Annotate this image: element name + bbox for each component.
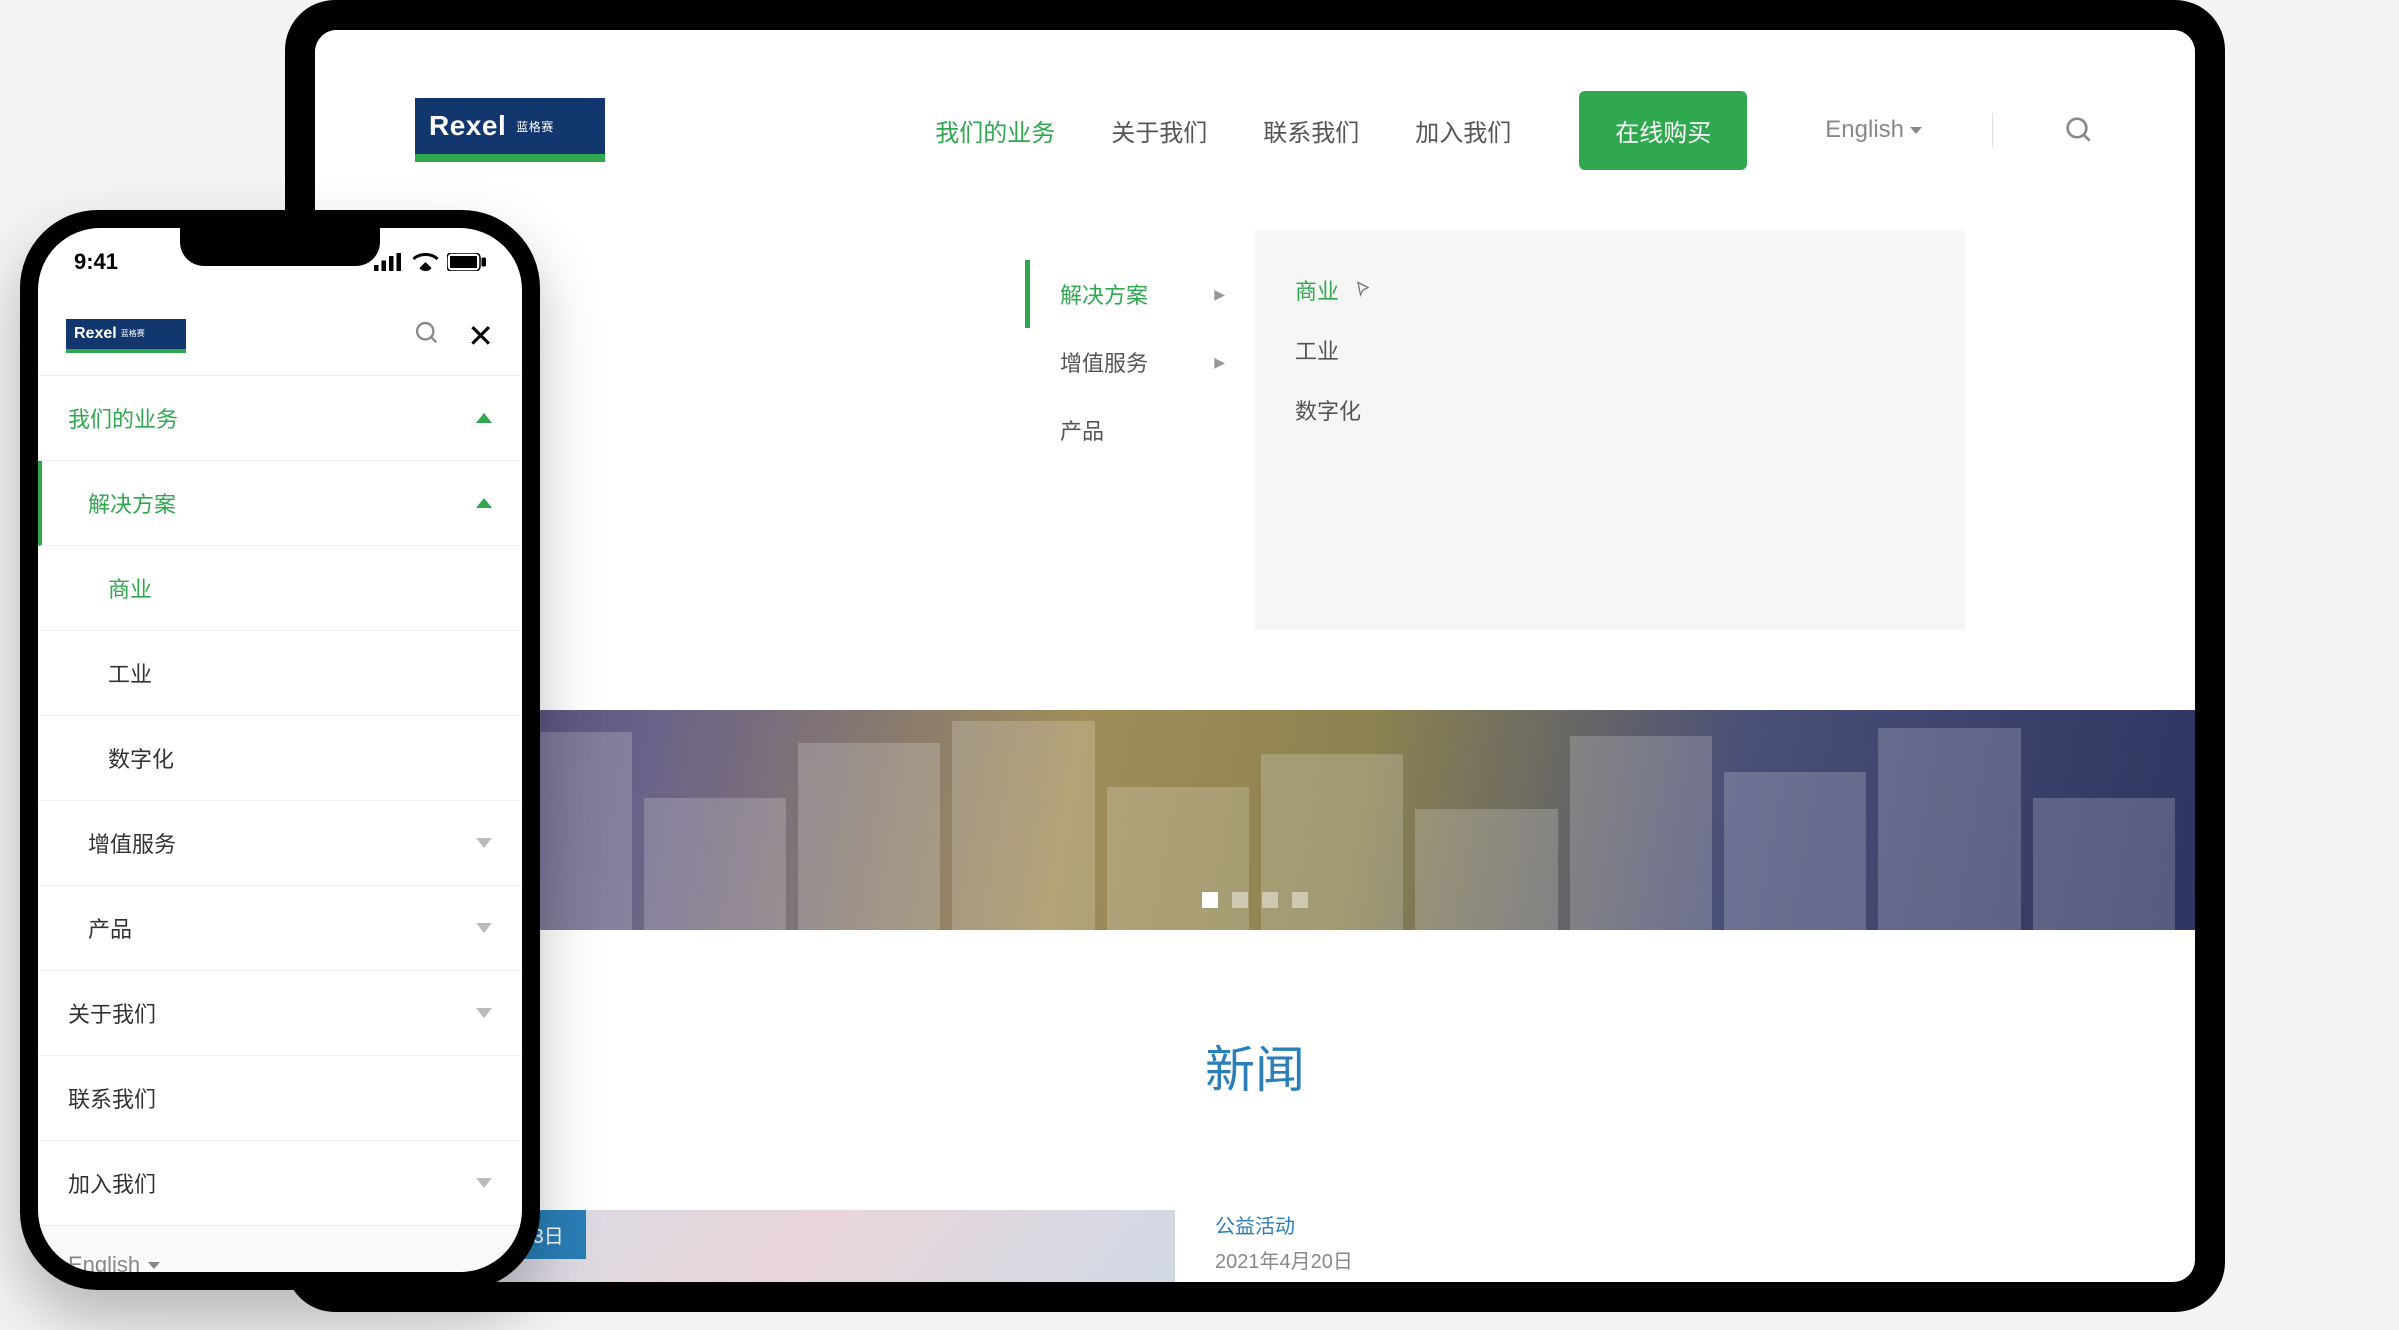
mega-menu-indicator (1083, 212, 1119, 230)
hero-banner (315, 710, 2195, 930)
status-indicators (374, 253, 486, 271)
chevron-down-icon (476, 1178, 492, 1188)
brand-sub: 蓝格赛 (516, 118, 554, 135)
phone-subnav-label: 解决方案 (88, 487, 176, 519)
mega-item-label: 增值服务 (1060, 346, 1148, 378)
brand-sub: 蓝格赛 (121, 328, 145, 339)
wifi-icon (412, 253, 439, 271)
phone-leaf-label: 商业 (108, 572, 152, 604)
brand-name: Rexel (74, 325, 117, 343)
phone-nav-join[interactable]: 加入我们 (38, 1141, 522, 1226)
phone-header-actions: ✕ (413, 319, 494, 352)
phone-leaf-label: 工业 (108, 657, 152, 689)
phone-nav-label: 我们的业务 (68, 402, 178, 434)
phone-subnav-label: 增值服务 (88, 827, 176, 859)
chevron-down-icon (1910, 127, 1922, 134)
desktop-header: Rexel 蓝格赛 我们的业务 关于我们 联系我们 加入我们 在线购买 Engl… (315, 30, 2195, 230)
hero-dot-1[interactable] (1202, 892, 1218, 908)
nav-item-contact[interactable]: 联系我们 (1263, 113, 1359, 148)
phone-leaf-commercial[interactable]: 商业 (38, 546, 522, 631)
nav-item-about[interactable]: 关于我们 (1111, 113, 1207, 148)
news-category: 公益活动 (1215, 1210, 1527, 1239)
mega-item-solutions[interactable]: 解决方案 ▶ (1025, 260, 1255, 328)
news-heading: 新闻 (315, 1030, 2195, 1102)
mega-subitem-label: 商业 (1295, 274, 1339, 306)
chevron-down-icon (476, 838, 492, 848)
mega-menu-primary-column: 解决方案 ▶ 增值服务 ▶ 产品 (1025, 230, 1255, 630)
mega-menu: 解决方案 ▶ 增值服务 ▶ 产品 商业 (1025, 230, 1965, 630)
search-icon[interactable] (2063, 114, 2095, 146)
buy-online-button[interactable]: 在线购买 (1579, 91, 1747, 170)
news-date: 2021年4月20日 (1215, 1245, 1527, 1274)
desktop-device-frame: Rexel 蓝格赛 我们的业务 关于我们 联系我们 加入我们 在线购买 Engl… (285, 0, 2225, 1312)
hero-pagination (1202, 892, 1308, 908)
language-label: English (1825, 116, 1904, 144)
close-icon[interactable]: ✕ (467, 320, 494, 352)
brand-logo[interactable]: Rexel 蓝格赛 (415, 98, 605, 162)
chevron-up-icon (476, 413, 492, 423)
phone-subnav-label: 产品 (88, 912, 132, 944)
phone-subnav-products[interactable]: 产品 (38, 886, 522, 971)
battery-icon (447, 253, 486, 271)
hero-dot-2[interactable] (1232, 892, 1248, 908)
language-label: English (68, 1252, 140, 1272)
status-time: 9:41 (74, 249, 118, 275)
brand-logo[interactable]: Rexel 蓝格赛 (66, 319, 186, 353)
mega-subitem-digital[interactable]: 数字化 (1295, 380, 1925, 440)
chevron-down-icon (476, 923, 492, 933)
phone-menu: 我们的业务 解决方案 商业 工业 数字化 增值服务 产品 (38, 376, 522, 1272)
mega-menu-secondary-column: 商业 工业 数字化 (1255, 230, 1965, 630)
nav-item-business[interactable]: 我们的业务 (935, 113, 1055, 148)
phone-notch (180, 228, 380, 266)
cursor-icon (1353, 280, 1373, 300)
brand-name: Rexel (429, 110, 506, 142)
mega-item-label: 产品 (1060, 414, 1104, 446)
mega-subitem-industrial[interactable]: 工业 (1295, 320, 1925, 380)
phone-leaf-industrial[interactable]: 工业 (38, 631, 522, 716)
phone-leaf-digital[interactable]: 数字化 (38, 716, 522, 801)
phone-nav-business[interactable]: 我们的业务 (38, 376, 522, 461)
phone-nav-contact[interactable]: 联系我们 (38, 1056, 522, 1141)
mega-subitem-label: 工业 (1295, 334, 1339, 366)
signal-icon (374, 253, 404, 271)
phone-nav-label: 关于我们 (68, 997, 156, 1029)
desktop-screen: Rexel 蓝格赛 我们的业务 关于我们 联系我们 加入我们 在线购买 Engl… (315, 30, 2195, 1282)
chevron-up-icon (476, 498, 492, 508)
chevron-down-icon (148, 1262, 160, 1269)
phone-subnav-solutions[interactable]: 解决方案 (38, 461, 522, 546)
hero-dot-3[interactable] (1262, 892, 1278, 908)
search-icon[interactable] (413, 319, 441, 352)
mega-item-label: 解决方案 (1060, 278, 1148, 310)
phone-subnav-value-added[interactable]: 增值服务 (38, 801, 522, 886)
phone-language-switcher[interactable]: English (38, 1226, 522, 1272)
primary-nav: 我们的业务 关于我们 联系我们 加入我们 (935, 113, 1511, 148)
chevron-right-icon: ▶ (1214, 354, 1225, 371)
phone-nav-label: 加入我们 (68, 1167, 156, 1199)
chevron-right-icon: ▶ (1214, 286, 1225, 303)
language-switcher[interactable]: English (1825, 116, 1922, 144)
mega-subitem-label: 数字化 (1295, 394, 1361, 426)
mega-item-value-added[interactable]: 增值服务 ▶ (1025, 328, 1255, 396)
phone-nav-about[interactable]: 关于我们 (38, 971, 522, 1056)
nav-item-join[interactable]: 加入我们 (1415, 113, 1511, 148)
news-section: 新闻 (315, 930, 2195, 1102)
news-row: 2021年3月3日 公益活动 2021年4月20日 蓝格赛绿色电脑教室投入使用 (415, 1210, 2095, 1282)
header-divider (1992, 113, 1993, 147)
mega-subitem-commercial[interactable]: 商业 (1295, 260, 1925, 320)
phone-leaf-label: 数字化 (108, 742, 174, 774)
phone-nav-label: 联系我们 (68, 1082, 156, 1114)
chevron-down-icon (476, 1008, 492, 1018)
phone-header: Rexel 蓝格赛 ✕ (38, 296, 522, 376)
phone-device-frame: 9:41 Rexel 蓝格赛 ✕ 我们的业务 (20, 210, 540, 1290)
hero-dot-4[interactable] (1292, 892, 1308, 908)
mega-item-products[interactable]: 产品 (1025, 396, 1255, 464)
news-card-secondary[interactable]: 公益活动 2021年4月20日 蓝格赛绿色电脑教室投入使用 (1215, 1210, 1527, 1282)
phone-screen: 9:41 Rexel 蓝格赛 ✕ 我们的业务 (38, 228, 522, 1272)
